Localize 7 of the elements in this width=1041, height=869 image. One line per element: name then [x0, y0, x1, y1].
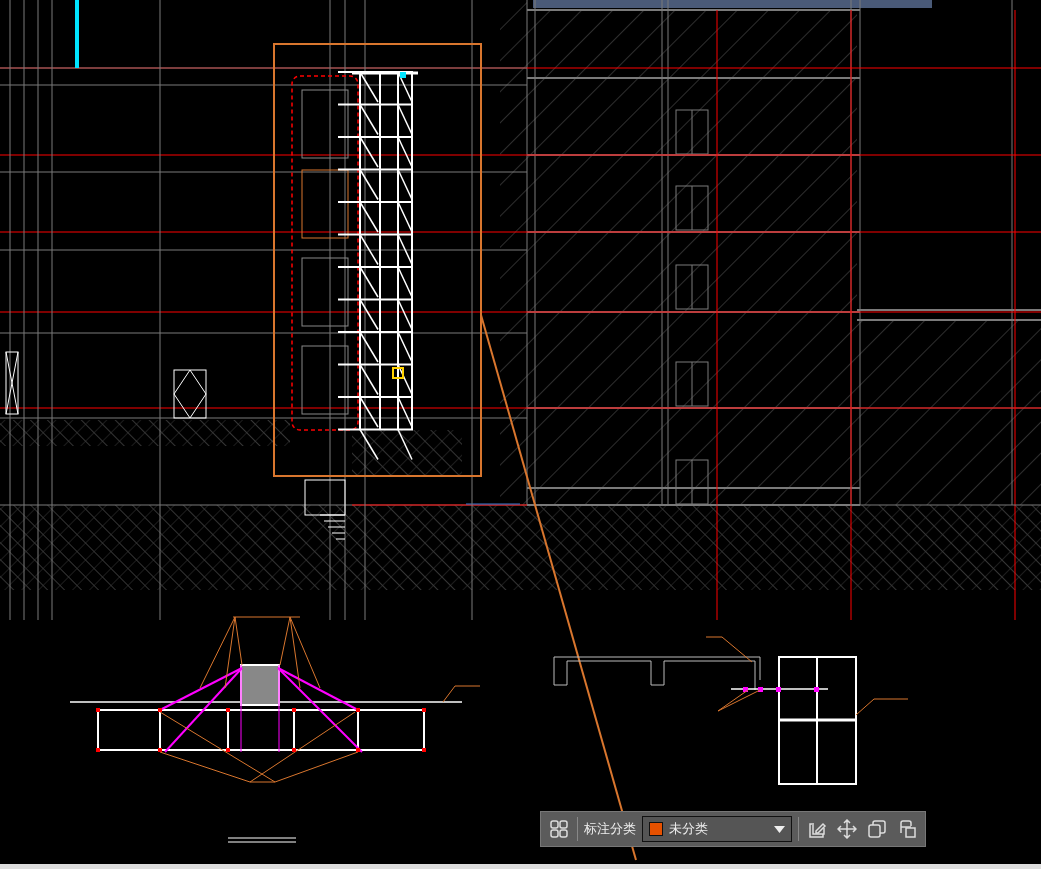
toolbar-label: 标注分类 [584, 820, 636, 838]
caret-icon [774, 825, 785, 833]
category-value: 未分类 [669, 820, 709, 838]
move-icon[interactable] [835, 817, 859, 841]
category-dropdown[interactable]: 未分类 [642, 816, 792, 842]
copy-icon[interactable] [865, 817, 889, 841]
grid-icon[interactable] [547, 817, 571, 841]
